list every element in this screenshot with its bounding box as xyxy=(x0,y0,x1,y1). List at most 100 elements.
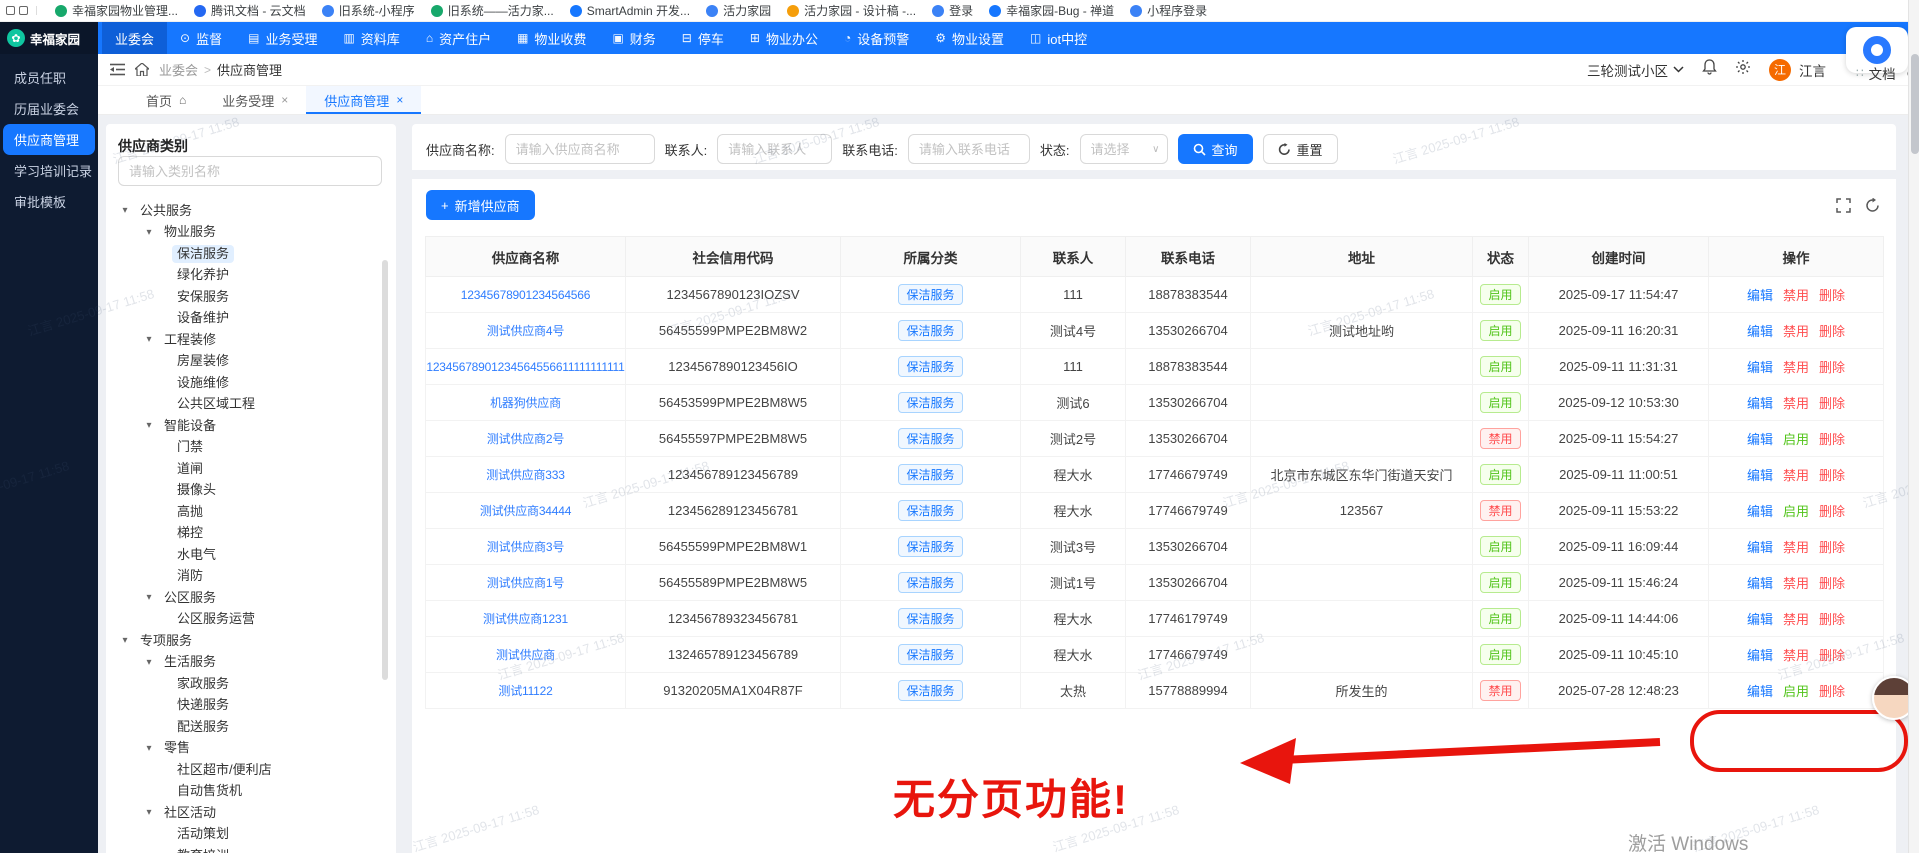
browser-scrollbar-thumb[interactable] xyxy=(1910,54,1919,154)
tree-node[interactable]: 自动售货机 xyxy=(106,781,396,803)
category-search-input[interactable] xyxy=(118,156,382,186)
bookmark-item[interactable]: 旧系统——活力家... xyxy=(423,1,562,21)
tab-首页[interactable]: 首页 ⌂ xyxy=(128,86,204,114)
edit-link[interactable]: 编辑 xyxy=(1747,432,1773,447)
supplier-name-link[interactable]: 12345678901234564556611111111111 xyxy=(427,360,625,374)
tree-node[interactable]: ▾ 专项服务 xyxy=(106,630,396,652)
disable-link[interactable]: 禁用 xyxy=(1783,324,1809,339)
tree-node[interactable]: 社区超市/便利店 xyxy=(106,759,396,781)
supplier-name-link[interactable]: 12345678901234564566 xyxy=(461,288,591,302)
disable-link[interactable]: 禁用 xyxy=(1783,576,1809,591)
tree-node[interactable]: 家政服务 xyxy=(106,673,396,695)
edit-link[interactable]: 编辑 xyxy=(1747,468,1773,483)
caret-down-icon[interactable]: ▾ xyxy=(142,227,156,238)
tree-node[interactable]: 教育培训 xyxy=(106,845,396,853)
bookmark-item[interactable]: 幸福家园物业管理... xyxy=(47,1,186,21)
caret-down-icon[interactable]: ▾ xyxy=(142,592,156,603)
status-select[interactable]: ∨ xyxy=(1079,134,1168,164)
tree-node[interactable]: ▾ 工程装修 xyxy=(106,329,396,351)
tree-node[interactable]: 绿化养护 xyxy=(106,265,396,287)
bookmark-item[interactable]: 腾讯文档 - 云文档 xyxy=(186,1,314,21)
nav-item-alert[interactable]: ◔ 设备预警 xyxy=(831,22,922,54)
edit-link[interactable]: 编辑 xyxy=(1747,540,1773,555)
delete-link[interactable]: 删除 xyxy=(1819,540,1845,555)
refresh-icon[interactable] xyxy=(1865,197,1880,213)
sidebar-item[interactable]: 历届业委会 xyxy=(0,93,98,124)
bookmark-item[interactable]: 活力家园 xyxy=(698,1,779,21)
disable-link[interactable]: 禁用 xyxy=(1783,648,1809,663)
disable-link[interactable]: 禁用 xyxy=(1783,468,1809,483)
enable-link[interactable]: 启用 xyxy=(1783,432,1809,447)
reset-button[interactable]: 重置 xyxy=(1262,134,1338,164)
tree-node[interactable]: 安保服务 xyxy=(106,286,396,308)
notification-bell-icon[interactable] xyxy=(1702,59,1717,80)
delete-link[interactable]: 删除 xyxy=(1819,324,1845,339)
tree-node[interactable]: 摄像头 xyxy=(106,480,396,502)
breadcrumb-parent[interactable]: 业委会 xyxy=(159,60,198,79)
tree-node[interactable]: 水电气 xyxy=(106,544,396,566)
nav-item-supervise[interactable]: ⊙ 监督 xyxy=(167,22,235,54)
nav-item-office[interactable]: ⊞ 物业办公 xyxy=(737,22,831,54)
caret-down-icon[interactable]: ▾ xyxy=(142,420,156,431)
search-button[interactable]: 查询 xyxy=(1177,134,1253,164)
tree-node[interactable]: 道闸 xyxy=(106,458,396,480)
tree-node[interactable]: ▾ 物业服务 xyxy=(106,222,396,244)
enable-link[interactable]: 启用 xyxy=(1783,684,1809,699)
delete-link[interactable]: 删除 xyxy=(1819,684,1845,699)
nav-item-asset[interactable]: ⌂ 资产住户 xyxy=(413,22,504,54)
tree-node[interactable]: 房屋装修 xyxy=(106,351,396,373)
filter-input[interactable] xyxy=(504,134,655,164)
tree-node[interactable]: 保洁服务 xyxy=(106,243,396,265)
tree-node[interactable]: ▾ 生活服务 xyxy=(106,652,396,674)
supplier-name-link[interactable]: 测试供应商2号 xyxy=(487,432,564,446)
caret-down-icon[interactable]: ▾ xyxy=(142,657,156,668)
nav-item-accept[interactable]: ▤ 业务受理 xyxy=(235,22,330,54)
nav-item-settings[interactable]: ⚙ 物业设置 xyxy=(922,22,1017,54)
caret-down-icon[interactable]: ▾ xyxy=(118,635,132,646)
tree-node[interactable]: ▾ 公区服务 xyxy=(106,587,396,609)
caret-down-icon[interactable]: ▾ xyxy=(142,743,156,754)
bookmark-item[interactable]: 活力家园 - 设计稿 -... xyxy=(779,1,924,21)
browser-panel-icons[interactable] xyxy=(6,6,37,15)
edit-link[interactable]: 编辑 xyxy=(1747,504,1773,519)
bookmark-item[interactable]: 旧系统-小程序 xyxy=(314,1,423,21)
status-select-input[interactable] xyxy=(1079,134,1168,164)
sidebar-item[interactable]: 成员任职 xyxy=(0,62,98,93)
delete-link[interactable]: 删除 xyxy=(1819,468,1845,483)
tree-node[interactable]: ▾ 社区活动 xyxy=(106,802,396,824)
tree-node[interactable]: 门禁 xyxy=(106,437,396,459)
supplier-name-link[interactable]: 测试供应商3号 xyxy=(487,540,564,554)
close-icon[interactable]: × xyxy=(281,93,288,107)
supplier-name-link[interactable]: 测试供应商 xyxy=(496,648,555,662)
tree-node[interactable]: 梯控 xyxy=(106,523,396,545)
edit-link[interactable]: 编辑 xyxy=(1747,396,1773,411)
category-scrollbar[interactable] xyxy=(382,260,388,680)
bookmark-item[interactable]: 小程序登录 xyxy=(1122,1,1215,21)
doc-dock[interactable]: ∷ 文档 《 xyxy=(1856,63,1913,83)
delete-link[interactable]: 删除 xyxy=(1819,648,1845,663)
tree-node[interactable]: 活动策划 xyxy=(106,824,396,846)
caret-down-icon[interactable]: ▾ xyxy=(142,334,156,345)
collapse-menu-icon[interactable] xyxy=(110,63,125,76)
edit-link[interactable]: 编辑 xyxy=(1747,576,1773,591)
disable-link[interactable]: 禁用 xyxy=(1783,360,1809,375)
supplier-name-link[interactable]: 测试供应商34444 xyxy=(480,504,572,518)
nav-item-finance[interactable]: ▣ 财务 xyxy=(599,22,668,54)
tree-node[interactable]: 公区服务运营 xyxy=(106,609,396,631)
supplier-name-link[interactable]: 测试供应商333 xyxy=(486,468,565,482)
tree-node[interactable]: ▾ 智能设备 xyxy=(106,415,396,437)
delete-link[interactable]: 删除 xyxy=(1819,360,1845,375)
delete-link[interactable]: 删除 xyxy=(1819,612,1845,627)
add-supplier-button[interactable]: + 新增供应商 xyxy=(426,190,535,220)
tree-node[interactable]: ▾ 公共服务 xyxy=(106,200,396,222)
enable-link[interactable]: 启用 xyxy=(1783,504,1809,519)
nav-item-committee[interactable]: 业委会 xyxy=(102,22,168,54)
fullscreen-icon[interactable] xyxy=(1836,197,1851,213)
disable-link[interactable]: 禁用 xyxy=(1783,396,1809,411)
sidebar-item[interactable]: 供应商管理 xyxy=(3,124,95,155)
supplier-name-link[interactable]: 测试11122 xyxy=(498,684,552,698)
supplier-name-link[interactable]: 测试供应商4号 xyxy=(487,324,564,338)
community-selector[interactable]: 三轮测试小区 xyxy=(1587,60,1684,80)
disable-link[interactable]: 禁用 xyxy=(1783,612,1809,627)
bookmark-item[interactable]: 登录 xyxy=(924,1,981,21)
